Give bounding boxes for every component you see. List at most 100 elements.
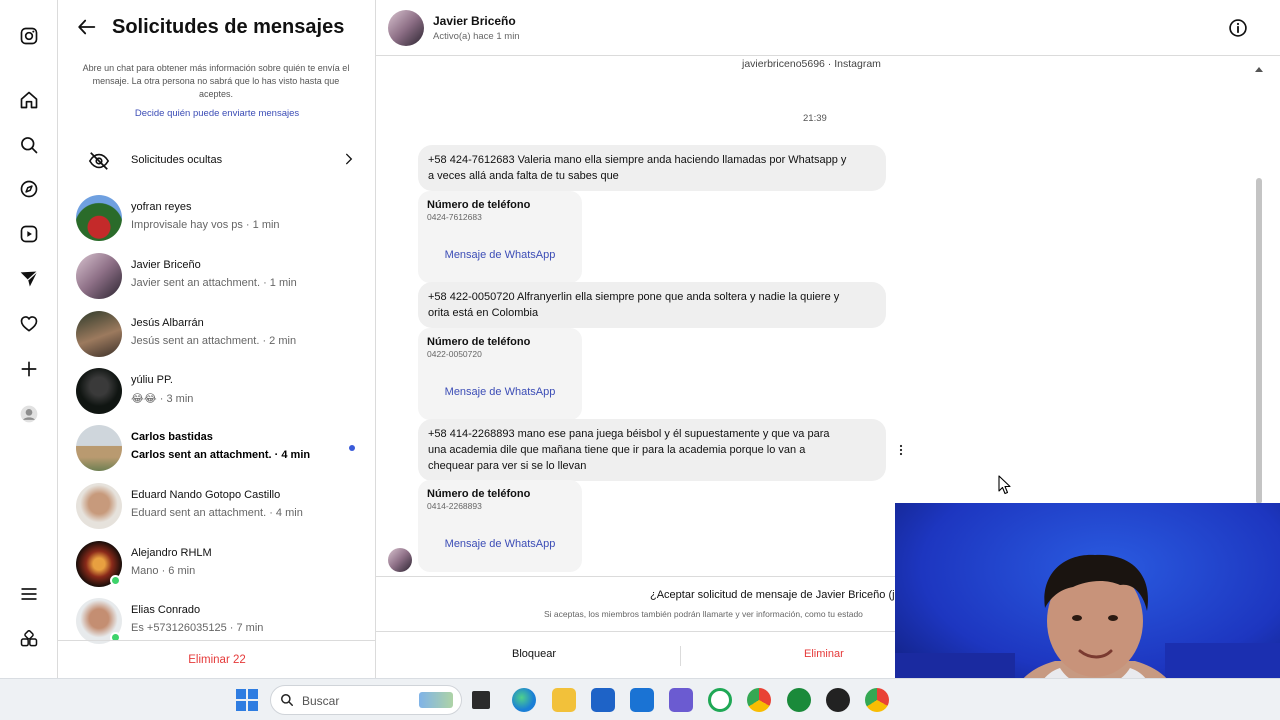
home-icon[interactable]	[17, 88, 41, 112]
online-indicator	[110, 575, 121, 586]
panel-footer: Eliminar 22	[58, 640, 376, 678]
message-timestamp: 21:39	[803, 113, 827, 124]
conversation-preview: Eduard sent an attachment. · 4 min	[131, 507, 303, 519]
avatar	[76, 253, 122, 299]
conversation-name: Elias Conrado	[131, 604, 201, 616]
message-bubble[interactable]: +58 424-7612683 Valeria mano ella siempr…	[418, 145, 886, 191]
notifications-heart-icon[interactable]	[17, 312, 41, 336]
eye-off-icon	[88, 150, 110, 177]
whatsapp-message-link[interactable]: Mensaje de WhatsApp	[418, 386, 582, 398]
taskbar-search-box[interactable]: Buscar	[270, 685, 462, 715]
whatsapp-message-link[interactable]: Mensaje de WhatsApp	[418, 538, 582, 550]
whatsapp-icon[interactable]	[708, 688, 732, 712]
back-arrow-icon[interactable]	[76, 16, 98, 38]
unread-dot	[349, 445, 355, 451]
avatar	[76, 425, 122, 471]
panel-title: Solicitudes de mensajes	[112, 16, 345, 38]
message-line: a veces allá anda falta de tu sabes que	[428, 170, 619, 182]
task-view-icon[interactable]	[472, 691, 490, 709]
sidebar-nav	[0, 0, 58, 678]
conversation-preview: 😂😂 · 3 min	[131, 393, 194, 405]
chat-avatar[interactable]	[388, 10, 424, 46]
conversation-item[interactable]: Carlos bastidas Carlos sent an attachmen…	[58, 419, 376, 477]
app-icon[interactable]	[826, 688, 850, 712]
chevron-right-icon	[342, 152, 356, 171]
message-requests-panel: Solicitudes de mensajes Abre un chat par…	[58, 0, 376, 678]
conversation-item[interactable]: Eduard Nando Gotopo Castillo Eduard sent…	[58, 477, 376, 535]
windows-start-icon[interactable]	[236, 689, 258, 711]
avatar	[76, 368, 122, 414]
apps-grid-icon[interactable]	[17, 627, 41, 651]
message-line: una academia dile que mañana tiene que i…	[428, 444, 806, 456]
avatar	[76, 483, 122, 529]
phone-card-title: Número de teléfono	[427, 199, 531, 211]
menu-icon[interactable]	[17, 582, 41, 606]
messages-icon[interactable]	[17, 267, 41, 291]
avatar	[76, 311, 122, 357]
edge-browser-icon[interactable]	[512, 688, 536, 712]
message-bubble[interactable]: +58 422-0050720 Alfranyerlin ella siempr…	[418, 282, 886, 328]
conversation-item[interactable]: yofran reyes Improvisale hay vos ps · 1 …	[58, 189, 376, 247]
chrome-icon[interactable]	[747, 688, 771, 712]
message-line: orita está en Colombia	[428, 307, 539, 319]
create-plus-icon[interactable]	[17, 357, 41, 381]
phone-card-number: 0414-2268893	[427, 501, 482, 511]
message-line: +58 424-7612683 Valeria mano ella siempr…	[428, 154, 847, 166]
actions-divider	[680, 646, 681, 666]
conversation-preview: Carlos sent an attachment. · 4 min	[131, 449, 311, 461]
file-explorer-icon[interactable]	[552, 688, 576, 712]
avatar	[76, 195, 122, 241]
phone-card-number: 0424-7612683	[427, 212, 482, 222]
conversation-name: Carlos bastidas	[131, 431, 213, 443]
upwork-icon[interactable]	[787, 688, 811, 712]
scrollbar-thumb[interactable]	[1256, 178, 1262, 504]
message-line: chequear para ver si se lo llevan	[428, 460, 587, 472]
info-icon[interactable]	[1228, 18, 1248, 38]
message-line: +58 422-0050720 Alfranyerlin ella siempr…	[428, 291, 840, 303]
requests-info-text: Abre un chat para obtener más informació…	[82, 63, 350, 99]
phone-card: Número de teléfono 0422-0050720 Mensaje …	[418, 328, 582, 420]
teams-icon[interactable]	[669, 688, 693, 712]
more-options-icon[interactable]	[898, 443, 904, 461]
block-button[interactable]: Bloquear	[512, 648, 556, 660]
phone-card-number: 0422-0050720	[427, 349, 482, 359]
hidden-requests-row[interactable]: Solicitudes ocultas	[58, 138, 376, 184]
search-icon[interactable]	[17, 133, 41, 157]
message-bubble[interactable]: +58 414-2268893 mano ese pana juega béis…	[418, 419, 886, 481]
scroll-up-arrow-icon[interactable]	[1254, 60, 1264, 78]
instagram-logo-icon[interactable]	[17, 24, 41, 48]
conversation-item[interactable]: Javier Briceño Javier sent an attachment…	[58, 247, 376, 305]
conversation-name: Eduard Nando Gotopo Castillo	[131, 489, 281, 501]
chrome-profile-icon[interactable]	[865, 688, 889, 712]
profile-avatar-icon[interactable]	[17, 402, 41, 426]
conversation-item[interactable]: Alejandro RHLM Mano · 6 min	[58, 535, 376, 593]
conversation-preview: Jesús sent an attachment. · 2 min	[131, 335, 297, 347]
whatsapp-message-link[interactable]: Mensaje de WhatsApp	[418, 249, 582, 261]
decide-who-link[interactable]: Decide quién puede enviarte mensajes	[58, 108, 376, 119]
hidden-requests-label: Solicitudes ocultas	[131, 154, 223, 166]
conversation-name: Jesús Albarrán	[131, 317, 204, 329]
phone-card-title: Número de teléfono	[427, 336, 531, 348]
outlook-icon[interactable]	[630, 688, 654, 712]
request-question: ¿Aceptar solicitud de mensaje de Javier …	[650, 589, 895, 601]
contact-handle: javierbriceno5696 · Instagram	[742, 58, 881, 70]
sender-avatar	[388, 548, 412, 572]
search-icon	[280, 693, 294, 712]
phone-card: Número de teléfono 0424-7612683 Mensaje …	[418, 191, 582, 283]
phone-card-title: Número de teléfono	[427, 488, 531, 500]
reels-icon[interactable]	[17, 222, 41, 246]
delete-all-button[interactable]: Eliminar 22	[58, 654, 376, 666]
conversation-item[interactable]: Jesús Albarrán Jesús sent an attachment.…	[58, 305, 376, 363]
conversation-name: Javier Briceño	[131, 259, 201, 271]
conversation-name: Alejandro RHLM	[131, 547, 212, 559]
chat-contact-name[interactable]: Javier Briceño	[433, 14, 516, 28]
conversation-preview: Es +573126035125 · 7 min	[131, 622, 264, 634]
conversation-item[interactable]: yúliu PP. 😂😂 · 3 min	[58, 362, 376, 420]
microsoft-store-icon[interactable]	[591, 688, 615, 712]
mouse-cursor-icon	[998, 475, 1012, 500]
search-highlight-icon	[419, 692, 453, 708]
delete-button[interactable]: Eliminar	[804, 648, 844, 660]
explore-icon[interactable]	[17, 177, 41, 201]
conversation-name: yúliu PP.	[131, 374, 173, 386]
request-subtext: Si aceptas, los miembros también podrán …	[544, 609, 863, 619]
